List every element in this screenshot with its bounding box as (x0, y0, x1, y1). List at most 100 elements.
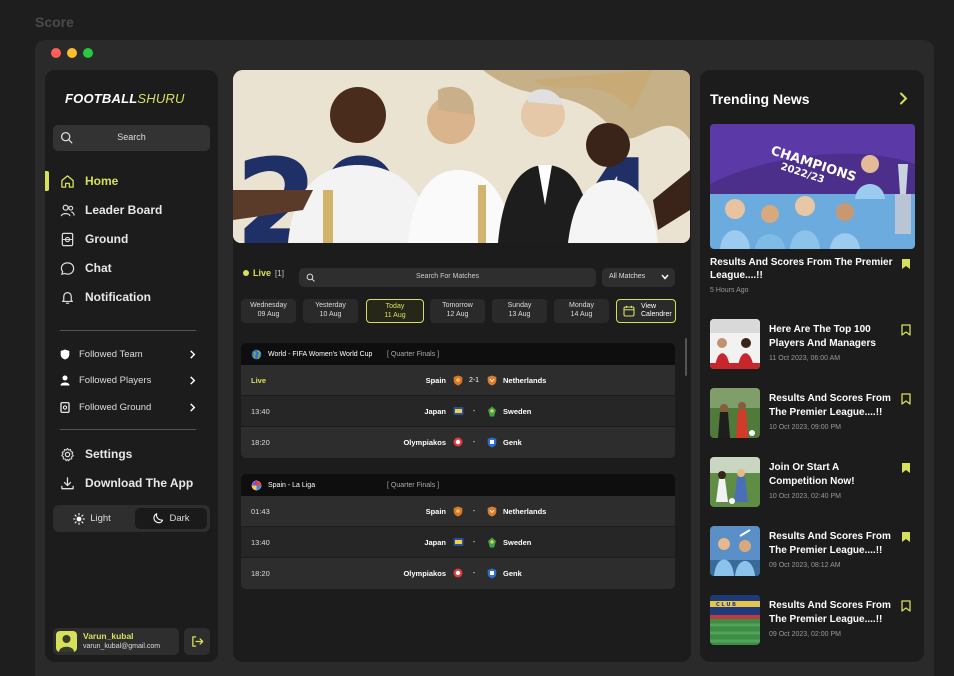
match-filter-select[interactable]: All Matches (602, 268, 675, 287)
date-tab[interactable]: Tomorrow 12 Aug (430, 299, 485, 323)
sidebar-item-chat[interactable]: Chat (60, 259, 112, 277)
user-profile-card[interactable]: Varun_kubal varun_kubal@gmail.com (53, 628, 179, 655)
sidebar-item-label: Settings (85, 447, 133, 461)
date-tab[interactable]: Wednesday 09 Aug (241, 299, 296, 323)
hero-image: 20 4 (233, 70, 690, 243)
home-team: Japan (424, 406, 446, 416)
bookmark-icon[interactable] (901, 600, 911, 612)
theme-toggle: Light Dark (53, 505, 210, 532)
sidebar-item-followed-ground[interactable]: Followed Ground (60, 400, 196, 414)
date-tab[interactable]: Sunday 13 Aug (492, 299, 547, 323)
chevron-right-icon (190, 375, 196, 385)
match-time: 13:40 (251, 406, 270, 416)
theme-dark-option[interactable]: Dark (135, 508, 207, 529)
date-tab-today[interactable]: Today 11 Aug (366, 299, 424, 323)
sidebar-item-settings[interactable]: Settings (60, 445, 132, 463)
date-tab[interactable]: Yesterday 10 Aug (303, 299, 358, 323)
news-item[interactable]: C L U B Results And Scores From The Prem… (710, 595, 915, 645)
news-item[interactable]: Join Or Start A Competition Now! 10 Oct … (710, 457, 915, 507)
sun-icon (73, 512, 86, 525)
team-crest-icon (487, 568, 497, 579)
news-item[interactable]: Results And Scores From The Premier Leag… (710, 526, 915, 576)
bookmark-icon[interactable] (901, 324, 911, 336)
news-title: Join Or Start A Competition Now! (769, 462, 855, 487)
date-tab[interactable]: Monday 14 Aug (554, 299, 609, 323)
news-item[interactable]: Here Are The Top 100 Players And Manager… (710, 319, 915, 369)
maximize-window-button[interactable] (83, 48, 93, 58)
scrollbar[interactable] (685, 338, 687, 376)
trending-title: Trending News (710, 91, 810, 107)
match-score: - (472, 570, 476, 577)
date-tab-date: 09 Aug (257, 310, 280, 318)
sidebar-item-home[interactable]: Home (60, 172, 118, 190)
competition-round: [ Quarter Finals ] (387, 481, 440, 489)
hero-banner[interactable]: 20 4 (233, 70, 690, 243)
match-time: 13:40 (251, 537, 270, 547)
avatar (56, 631, 77, 652)
close-window-button[interactable] (51, 48, 61, 58)
bookmark-filled-icon[interactable] (901, 531, 911, 543)
sidebar-item-ground[interactable]: Ground (60, 230, 128, 248)
logout-button[interactable] (184, 628, 210, 655)
match-row[interactable]: 18:20 Olympiakos - Genk (241, 558, 675, 589)
match-row[interactable]: 01:43 Spain - Netherlands (241, 496, 675, 527)
match-row[interactable]: 13:40 Japan - Sweden (241, 396, 675, 427)
featured-news-image[interactable]: CHAMPIONS 2022/23 (710, 124, 915, 249)
team-crest-icon (487, 506, 497, 517)
date-tab-date: 13 Aug (508, 310, 531, 318)
match-score: - (472, 507, 476, 515)
calendar-label-line1: View (641, 302, 657, 310)
chevron-right-icon[interactable] (899, 92, 908, 105)
bell-icon (62, 291, 73, 304)
chevron-down-icon (661, 274, 669, 280)
date-tab-day: Monday (569, 302, 594, 309)
view-calendar-button[interactable]: View Calendrer (616, 299, 676, 323)
theme-light-option[interactable]: Light (56, 508, 128, 529)
match-score: - (472, 407, 476, 415)
active-indicator (45, 171, 49, 191)
away-team: Netherlands (503, 506, 547, 516)
match-search-input[interactable]: Search For Matches (299, 268, 596, 287)
live-label: Live (253, 268, 272, 278)
team-crest-icon (487, 437, 497, 448)
match-row[interactable]: Live Spain 2-1 Netherlands (241, 365, 675, 396)
date-tab-day: Wednesday (250, 302, 287, 309)
theme-dark-label: Dark (169, 513, 190, 524)
competition-header[interactable]: Spain - La Liga [ Quarter Finals ] (241, 474, 675, 496)
news-time: 09 Oct 2023, 08:12 AM (769, 562, 841, 569)
user-name: Varun_kubal (83, 631, 134, 641)
news-thumbnail (710, 457, 760, 507)
sidebar-item-leader-board[interactable]: Leader Board (60, 201, 162, 219)
match-row[interactable]: 18:20 Olympiakos - Genk (241, 427, 675, 458)
sidebar-item-notification[interactable]: Notification (60, 288, 151, 306)
home-team: Japan (424, 537, 446, 547)
team-crest-icon (453, 568, 463, 578)
news-thumbnail (710, 388, 760, 438)
news-item[interactable]: Results And Scores From The Premier Leag… (710, 388, 915, 438)
logo-part-shuru: SHURU (137, 91, 185, 106)
live-count: [1] (275, 268, 284, 278)
sidebar-item-followed-team[interactable]: Followed Team (60, 347, 196, 361)
team-crest-icon (453, 375, 463, 386)
bookmark-icon[interactable] (901, 393, 911, 405)
competition-header[interactable]: World - FIFA Women's World Cup [ Quarter… (241, 343, 675, 365)
news-title: Results And Scores From The Premier Leag… (769, 393, 891, 418)
away-team: Genk (503, 569, 522, 578)
app-logo[interactable]: FOOTBALLSHURU (65, 91, 185, 106)
sidebar-item-label: Leader Board (85, 203, 163, 217)
featured-news-title[interactable]: Results And Scores From The Premier Leag… (710, 256, 896, 282)
sidebar-search[interactable]: Search (53, 125, 210, 151)
bookmark-filled-icon[interactable] (901, 462, 911, 474)
svg-text:C L U B: C L U B (716, 602, 736, 608)
match-time: 18:20 (251, 438, 270, 447)
match-row[interactable]: 13:40 Japan - Sweden (241, 527, 675, 558)
sidebar-item-download-app[interactable]: Download The App (60, 474, 193, 492)
person-icon (60, 375, 70, 385)
globe-icon (251, 349, 262, 359)
date-tab-date: 12 Aug (446, 310, 469, 318)
minimize-window-button[interactable] (67, 48, 77, 58)
live-filter[interactable]: Live [1] (243, 268, 284, 278)
bookmark-filled-icon[interactable] (901, 258, 911, 270)
sidebar-item-followed-players[interactable]: Followed Players (60, 373, 196, 387)
team-crest-icon (453, 437, 463, 447)
